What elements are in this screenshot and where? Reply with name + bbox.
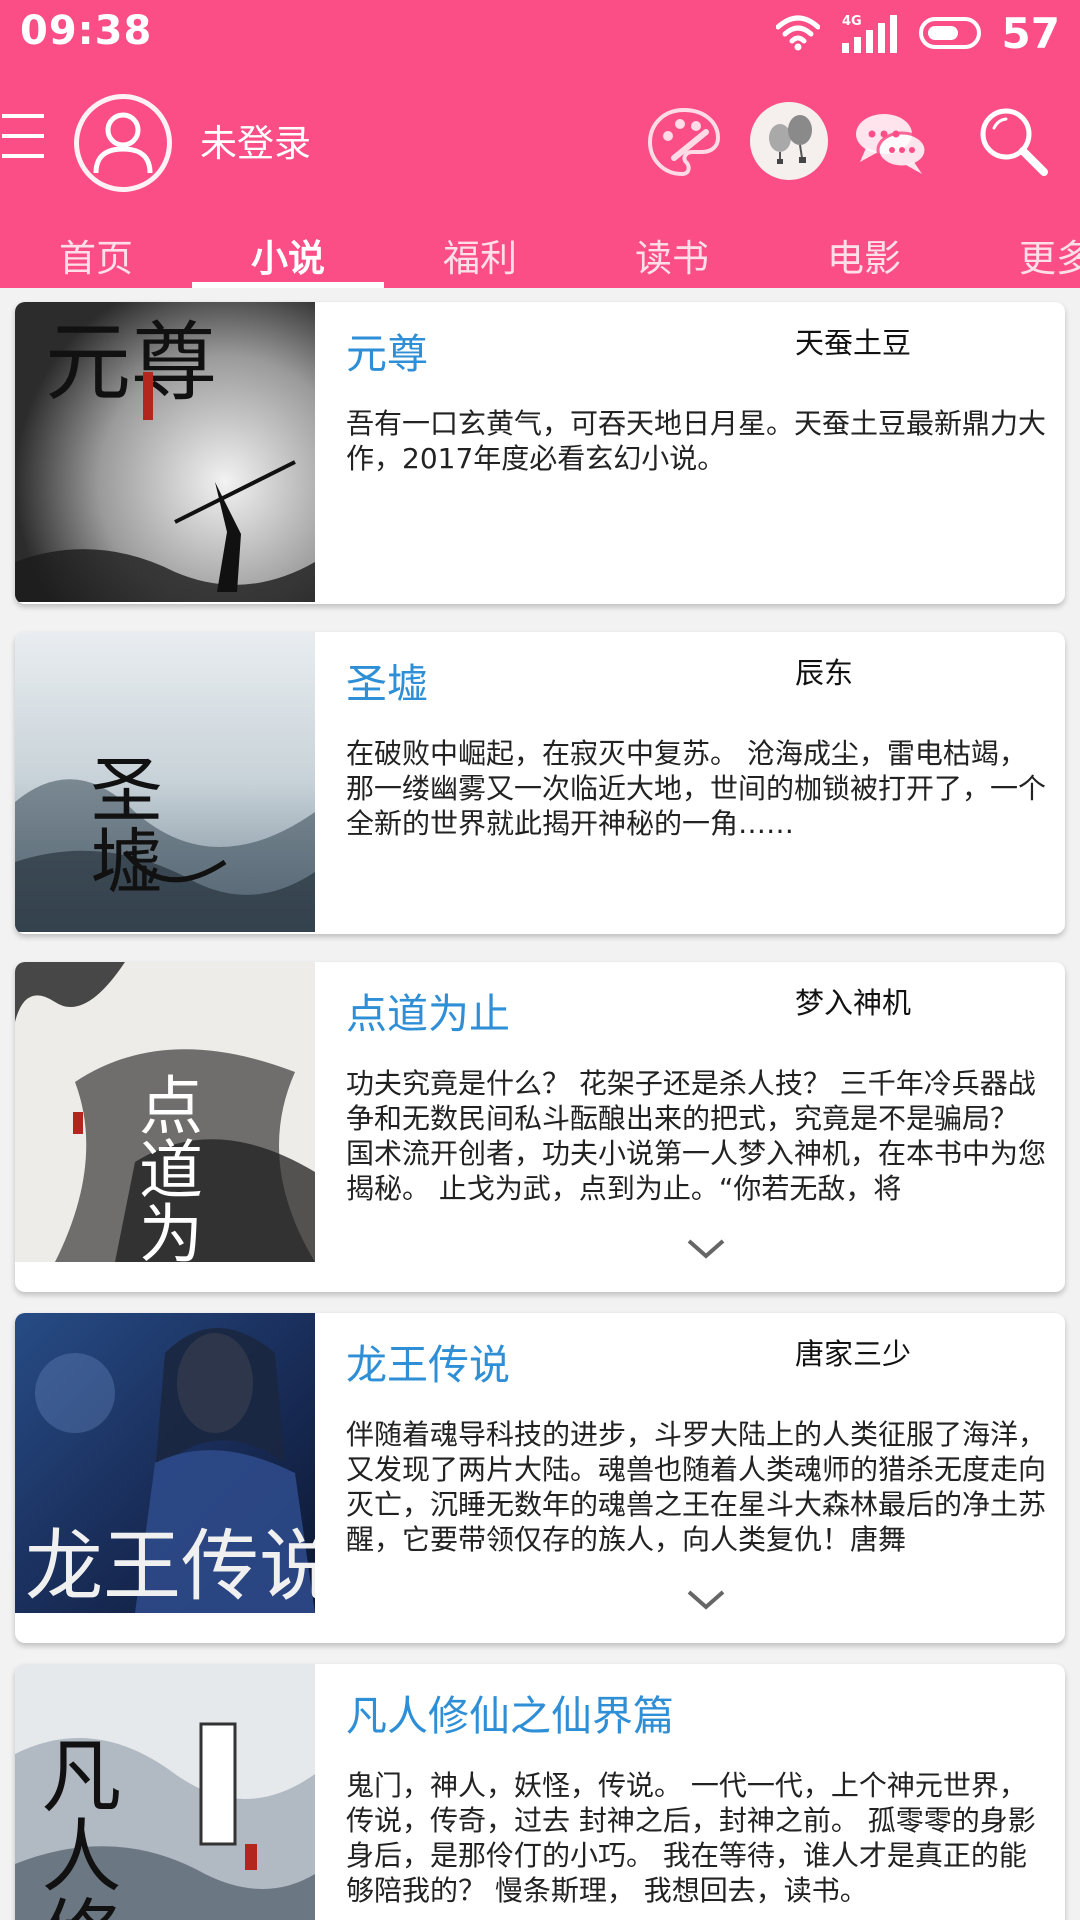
book-description: 功夫究竟是什么？ 花架子还是杀人技？ 三千年冷兵器战争和无数民间私斗酝酿出来的把… [346,1067,1046,1205]
book-cover[interactable]: 点道为止 [15,962,315,1262]
book-description: 伴随着魂导科技的进步，斗罗大陆上的人类征服了海洋，又发现了两片大陆。魂兽也随着人… [346,1418,1046,1556]
book-card[interactable]: 凡人修 凡人修仙之仙界篇 鬼门，神人，妖怪，传说。 一代一代，上个神元世界，传说… [15,1664,1065,1920]
book-author: 梦入神机 [795,986,912,1020]
book-cover[interactable]: 龙王传说 [15,1313,315,1613]
book-card[interactable]: 点道为止 点道为止 梦入神机 功夫究竟是什么？ 花架子还是杀人技？ 三千年冷兵器… [15,962,1065,1292]
tab-home[interactable]: 首页 [0,220,192,288]
cover-title: 元尊 [45,313,217,413]
tab-welfare[interactable]: 福利 [384,220,576,288]
book-title[interactable]: 点道为止 [346,980,510,1040]
status-icons: 4G 57 [775,8,1060,58]
palette-icon[interactable] [644,102,724,182]
cover-title: 龙王传说 [25,1522,315,1612]
menu-icon[interactable] [2,110,46,162]
cover-title: 点道为止 [128,1072,202,1262]
book-description: 鬼门，神人，妖怪，传说。 一代一代，上个神元世界，传说，传奇，过去 封神之后，封… [346,1769,1036,1907]
search-icon[interactable] [974,102,1054,182]
chevron-down-icon[interactable] [685,1587,727,1613]
toolbar: 未登录 [0,88,1080,204]
tab-novel[interactable]: 小说 [192,220,384,288]
login-status[interactable]: 未登录 [200,113,311,167]
status-time: 09:38 [20,8,153,54]
app-header: 09:38 4G 57 未登录 首页 小说 福利 读书 电影 更多 [0,0,1080,288]
battery-icon [918,17,981,49]
book-author: 天蚕土豆 [795,326,912,360]
book-card[interactable]: 圣墟 圣墟 辰东 在破败中崛起，在寂灭中复苏。 沧海成尘，雷电枯竭，那一缕幽雾又… [15,632,1065,934]
book-cover[interactable]: 凡人修 [15,1664,315,1920]
book-list: 元尊 元尊 天蚕土豆 吾有一口玄黄气，可吞天地日月星。天蚕土豆最新鼎力大作，20… [0,288,1080,1920]
book-cover[interactable]: 元尊 [15,302,315,602]
book-card[interactable]: 元尊 元尊 天蚕土豆 吾有一口玄黄气，可吞天地日月星。天蚕土豆最新鼎力大作，20… [15,302,1065,604]
user-icon [93,112,153,174]
book-title[interactable]: 龙王传说 [346,1331,510,1391]
chevron-down-icon[interactable] [685,1236,727,1262]
network-type: 4G [842,14,862,29]
chat-icon[interactable] [850,102,930,182]
book-author: 唐家三少 [795,1337,912,1371]
book-author: 辰东 [795,656,854,690]
status-bar: 09:38 4G 57 [0,0,1080,66]
book-description: 在破败中崛起，在寂灭中复苏。 沧海成尘，雷电枯竭，那一缕幽雾又一次临近大地，世间… [346,737,1046,840]
balloon-icon[interactable] [750,102,828,180]
wifi-icon [775,15,820,51]
tab-movie[interactable]: 电影 [768,220,960,288]
tab-reading[interactable]: 读书 [576,220,768,288]
battery-level: 57 [1001,8,1060,58]
book-description: 吾有一口玄黄气，可吞天地日月星。天蚕土豆最新鼎力大作，2017年度必看玄幻小说。 [346,407,1046,475]
tab-more[interactable]: 更多 [960,220,1080,288]
book-card[interactable]: 龙王传说 龙王传说 唐家三少 伴随着魂导科技的进步，斗罗大陆上的人类征服了海洋，… [15,1313,1065,1643]
book-title[interactable]: 元尊 [346,320,428,380]
cover-title: 凡人修 [29,1734,122,1920]
book-title[interactable]: 圣墟 [346,650,428,710]
signal-icon: 4G [841,14,897,53]
category-tabs: 首页 小说 福利 读书 电影 更多 [0,220,1080,288]
book-title[interactable]: 凡人修仙之仙界篇 [346,1682,674,1742]
avatar[interactable] [74,94,172,192]
book-cover[interactable]: 圣墟 [15,632,315,932]
